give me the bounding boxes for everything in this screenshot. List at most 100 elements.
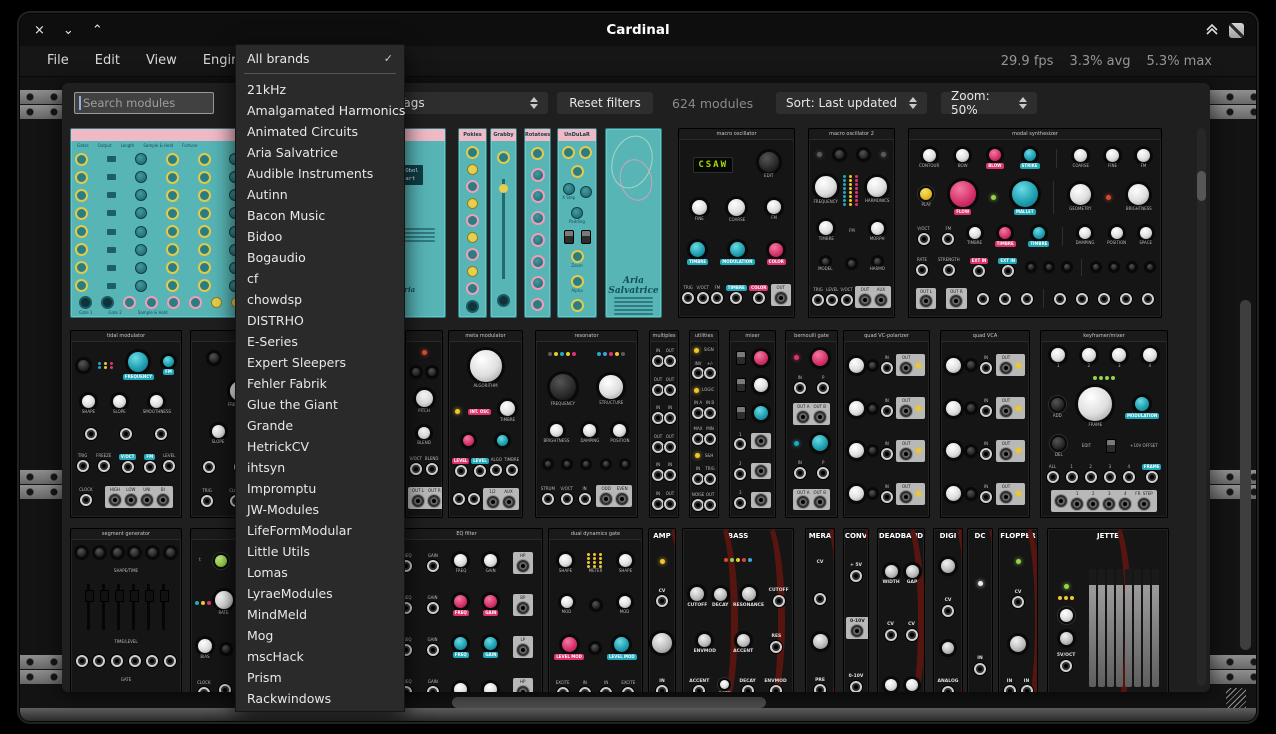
jack[interactable]: OUT [1000,442,1012,460]
rack-vertical-scrollbar[interactable] [1240,300,1251,650]
knob[interactable] [945,357,962,374]
jack[interactable] [977,293,989,305]
jack[interactable]: BI [157,488,169,506]
jack[interactable]: OUT R [950,290,963,308]
jack[interactable]: TRIG [201,489,213,507]
module-pokies[interactable]: Pokies [458,128,487,318]
jack[interactable]: OUT [1000,356,1012,374]
toggle-switch[interactable] [581,230,591,244]
knob[interactable] [590,643,600,653]
jack[interactable] [219,684,231,692]
jack[interactable]: OUT R [428,489,441,507]
knob[interactable] [905,678,919,692]
knob[interactable]: ENVMOD [694,633,716,654]
jack[interactable] [93,655,105,667]
module-quad-vc-polarizer[interactable]: quad VC-polarizerINOUTINOUTINOUTINOUT [843,330,930,518]
window-shade-down-button[interactable]: ⌄ [63,24,74,37]
knob[interactable] [467,266,478,277]
jack[interactable]: EXT IN [970,258,989,277]
jack[interactable]: CV [885,622,897,640]
knob[interactable]: BRIGHTNESS [544,423,570,444]
knob[interactable] [868,404,877,413]
knob[interactable] [466,214,479,227]
knob[interactable] [466,248,479,261]
jack[interactable]: IN [794,461,806,479]
jack[interactable] [468,493,480,505]
knob[interactable] [544,460,552,468]
knob[interactable] [945,400,962,417]
knob[interactable]: TIMBRE [995,226,1016,247]
knob[interactable] [868,446,877,455]
brand-menu-item[interactable]: Bogaudio [236,247,404,268]
jack[interactable]: MIN [704,427,716,445]
jack[interactable]: EVEN [616,487,628,505]
jack[interactable]: CV [942,598,954,616]
jack[interactable]: 0-10V [850,619,865,637]
jack[interactable] [999,293,1011,305]
jack[interactable]: FM [711,286,723,304]
push-button[interactable]: GATE [718,678,731,692]
knob[interactable] [966,489,976,499]
jack[interactable]: IN [579,681,591,692]
module-bernoulli-gate[interactable]: bernoulli gateINPOUT AOUT BINPOUT AOUT B [785,330,838,518]
module-tidal-modulator[interactable]: tidal modulatorFREQUENCYFMSHAPESLOPESMOO… [70,330,182,518]
knob[interactable]: TIMBRE [1028,226,1049,247]
brand-menu-item[interactable]: JW-Modules [236,499,404,520]
jack[interactable]: ODD [600,487,612,505]
knob[interactable]: SLOPE [211,424,226,445]
knob[interactable] [945,442,962,459]
knob[interactable] [848,485,865,502]
brand-menu-item[interactable]: LifeFormModular [236,520,404,541]
knob[interactable]: HARMO [870,257,885,272]
knob[interactable] [753,350,769,366]
module-resonator[interactable]: resonatorFREQUENCYSTRUCTUREBRIGHTNESSDAM… [535,330,638,518]
brand-menu-item[interactable]: LyraeModules [236,583,404,604]
jack[interactable]: ALL [1047,465,1059,483]
module-deadband[interactable]: DEADBANDWIDTHGAPCVCV [877,528,925,692]
jack[interactable]: OUT [664,378,676,396]
brand-menu-selected[interactable]: All brands✓ [236,48,404,69]
jack[interactable]: COLOR [749,285,768,304]
knob[interactable]: FM [162,355,175,375]
jack[interactable]: NOISE [692,493,704,511]
knob[interactable]: SMOOTHNESS [143,394,171,415]
knob[interactable]: FM [1136,148,1151,169]
jack[interactable]: FREEZE [96,454,111,472]
jack[interactable]: OUT [652,435,664,453]
jack[interactable]: 3 [734,491,746,509]
jack[interactable]: IN [1021,679,1033,692]
module-rotatoes[interactable]: Rotatoes [524,128,551,318]
knob[interactable] [966,403,976,413]
jack[interactable]: BLEND [425,457,439,475]
jack[interactable]: 1 [1071,492,1083,510]
jack[interactable]: OUT [652,378,664,396]
jack[interactable]: IN [881,485,893,503]
knob[interactable]: TIMBRE [687,241,708,265]
knob[interactable] [208,352,220,364]
menu-edit[interactable]: Edit [84,46,131,76]
jack[interactable] [755,435,767,447]
jack[interactable]: IN [881,399,893,417]
knob[interactable] [848,400,865,417]
brand-menu-item[interactable]: Rackwindows [236,688,404,709]
knob[interactable] [531,233,545,247]
knob[interactable] [466,282,479,295]
jack[interactable] [755,494,767,506]
push-button[interactable] [1058,607,1075,624]
jack[interactable]: FM [942,227,954,245]
brand-menu-item[interactable]: Mog [236,625,404,646]
knob[interactable] [811,349,829,367]
jack[interactable]: V/OCT [409,457,421,475]
jack[interactable]: IN [1004,679,1016,692]
toggle-switch[interactable] [736,351,746,365]
knob[interactable] [884,678,898,692]
toggle-switch[interactable] [736,406,746,420]
jack[interactable]: 2 [1085,465,1097,483]
jack[interactable]: +/- [704,362,716,380]
toggle-switch[interactable] [564,230,574,244]
app-icon[interactable] [1229,23,1244,38]
jack[interactable]: OUT L [920,290,932,308]
jack[interactable]: GAIN [427,680,439,692]
jack[interactable] [164,655,176,667]
module-undular[interactable]: UnDuLaRX StepPaddingZoomAlpha [557,128,597,318]
